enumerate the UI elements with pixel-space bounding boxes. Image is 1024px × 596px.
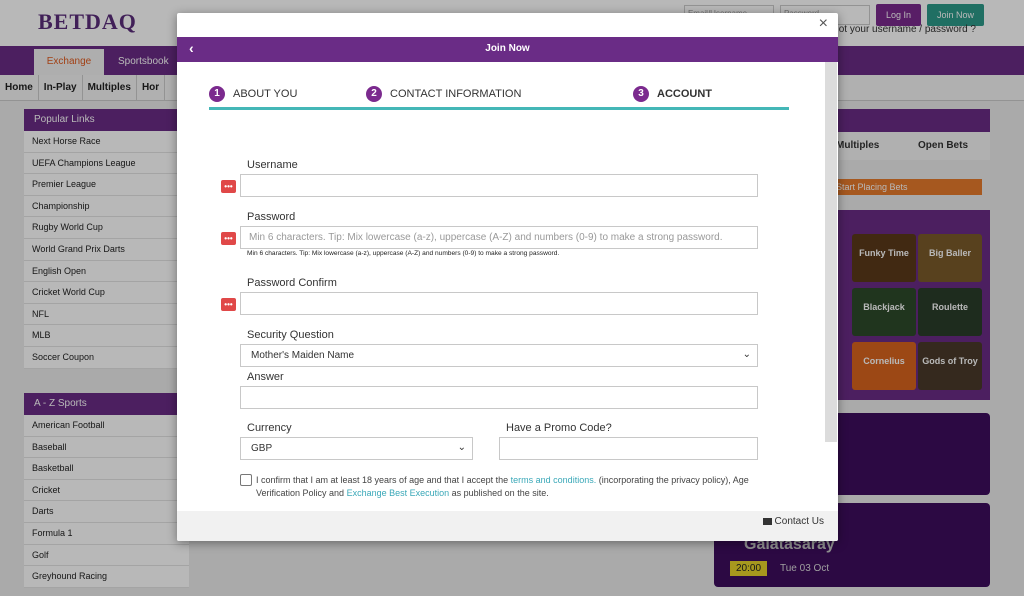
password-confirm-label: Password Confirm xyxy=(247,277,337,289)
security-question-label: Security Question xyxy=(247,329,334,341)
password-field[interactable]: Min 6 characters. Tip: Mix lowercase (a-… xyxy=(240,226,758,249)
close-icon[interactable]: × xyxy=(819,15,828,33)
currency-select[interactable]: GBP ⌄ xyxy=(240,437,473,460)
password-label: Password xyxy=(247,211,296,223)
modal-title: Join Now xyxy=(485,43,530,54)
step-label: ABOUT YOU xyxy=(233,88,298,100)
security-question-select[interactable]: Mother's Maiden Name ⌄ xyxy=(240,344,758,367)
security-question-value: Mother's Maiden Name xyxy=(251,350,355,361)
modal-footer: Contact Us xyxy=(177,511,838,541)
step-about-you: 1 ABOUT YOU xyxy=(209,86,297,102)
scrollbar[interactable] xyxy=(825,62,837,442)
step-contact-information: 2 CONTACT INFORMATION xyxy=(366,86,521,102)
modal-header: ‹ Join Now xyxy=(177,37,838,62)
mail-icon xyxy=(762,518,772,525)
required-icon: ••• xyxy=(221,180,236,193)
terms-text: I confirm that I am at least 18 years of… xyxy=(256,474,756,500)
currency-value: GBP xyxy=(251,443,273,454)
terms-link[interactable]: terms and conditions. xyxy=(511,475,597,485)
required-icon: ••• xyxy=(221,232,236,245)
step-label: ACCOUNT xyxy=(657,88,712,100)
best-execution-link[interactable]: Exchange Best Execution xyxy=(347,488,450,498)
promo-code-field[interactable] xyxy=(499,437,758,460)
username-field[interactable] xyxy=(240,174,758,197)
join-modal: × ‹ Join Now 1 ABOUT YOU 2 CONTACT INFOR… xyxy=(177,13,838,541)
username-label: Username xyxy=(247,159,298,171)
step-number: 1 xyxy=(209,86,225,102)
terms-suffix: as published on the site. xyxy=(449,488,549,498)
terms-checkbox[interactable] xyxy=(240,474,252,486)
promo-code-label: Have a Promo Code? xyxy=(506,422,612,434)
step-account: 3 ACCOUNT xyxy=(633,86,712,102)
password-hint: Min 6 characters. Tip: Mix lowercase (a-… xyxy=(247,250,560,257)
password-confirm-field[interactable] xyxy=(240,292,758,315)
chevron-down-icon: ⌄ xyxy=(742,349,751,360)
chevron-down-icon: ⌄ xyxy=(457,442,466,453)
answer-field[interactable] xyxy=(240,386,758,409)
currency-label: Currency xyxy=(247,422,292,434)
terms-prefix: I confirm that I am at least 18 years of… xyxy=(256,475,511,485)
answer-label: Answer xyxy=(247,371,284,383)
required-icon: ••• xyxy=(221,298,236,311)
contact-label: Contact Us xyxy=(774,516,824,527)
step-progress-bar xyxy=(209,107,789,110)
step-number: 3 xyxy=(633,86,649,102)
step-label: CONTACT INFORMATION xyxy=(390,88,522,100)
contact-us-link[interactable]: Contact Us xyxy=(762,516,824,527)
step-number: 2 xyxy=(366,86,382,102)
